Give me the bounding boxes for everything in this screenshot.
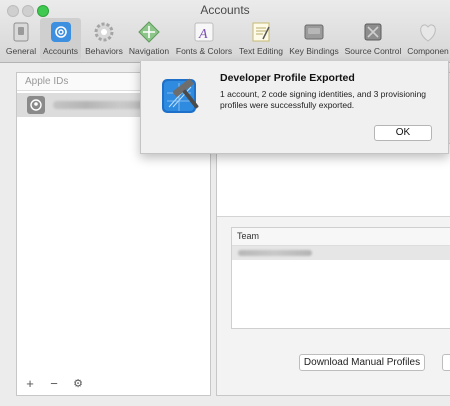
dialog-title: Developer Profile Exported bbox=[220, 72, 355, 84]
tab-key-bindings-label: Key Bindings bbox=[289, 46, 339, 56]
remove-account-button[interactable]: − bbox=[47, 376, 61, 391]
redacted-account-name bbox=[53, 101, 153, 109]
tab-text-editing[interactable]: Text Editing bbox=[236, 18, 286, 60]
tab-accounts[interactable]: Accounts bbox=[40, 18, 81, 60]
tab-accounts-label: Accounts bbox=[43, 46, 78, 56]
redacted-team-name bbox=[238, 250, 312, 256]
tab-general[interactable]: General bbox=[2, 18, 40, 60]
behaviors-gear-icon bbox=[92, 20, 116, 44]
tab-source-control-label: Source Control bbox=[344, 46, 402, 56]
tab-text-editing-label: Text Editing bbox=[239, 46, 283, 56]
fonts-colors-icon: A bbox=[192, 20, 216, 44]
tab-behaviors-label: Behaviors bbox=[85, 46, 123, 56]
account-info-area bbox=[217, 143, 450, 217]
source-control-icon bbox=[361, 20, 385, 44]
tab-general-label: General bbox=[5, 46, 37, 56]
accounts-list-footer: + − ⚙ bbox=[23, 376, 85, 391]
team-table: Team bbox=[231, 227, 450, 329]
svg-text:A: A bbox=[198, 27, 208, 42]
preferences-toolbar: General Accounts Behaviors Navigation A … bbox=[0, 18, 450, 60]
gear-icon[interactable]: ⚙ bbox=[71, 377, 85, 390]
download-manual-profiles-button[interactable]: Download Manual Profiles bbox=[299, 354, 425, 371]
tab-fonts-colors-label: Fonts & Colors bbox=[175, 46, 233, 56]
export-success-dialog: Developer Profile Exported 1 account, 2 … bbox=[140, 61, 449, 154]
table-row[interactable] bbox=[232, 246, 450, 260]
window-title: Accounts bbox=[200, 3, 250, 17]
ok-button[interactable]: OK bbox=[374, 125, 432, 141]
xcode-hammer-icon bbox=[157, 73, 203, 119]
tab-navigation-label: Navigation bbox=[128, 46, 170, 56]
navigation-arrows-icon bbox=[137, 20, 161, 44]
title-bar: Accounts General Accounts Behaviors Navi… bbox=[0, 0, 450, 63]
tab-fonts-colors[interactable]: A Fonts & Colors bbox=[174, 18, 234, 60]
tab-components[interactable]: Componen bbox=[406, 18, 450, 60]
accounts-at-icon bbox=[49, 20, 73, 44]
dialog-message: 1 account, 2 code signing identities, an… bbox=[220, 89, 427, 110]
tab-components-label: Componen bbox=[407, 46, 449, 56]
tab-source-control[interactable]: Source Control bbox=[342, 18, 404, 60]
key-bindings-icon bbox=[302, 20, 326, 44]
apple-id-avatar-icon bbox=[27, 96, 45, 114]
view-details-button[interactable] bbox=[442, 354, 450, 371]
components-icon bbox=[416, 20, 440, 44]
tab-navigation[interactable]: Navigation bbox=[126, 18, 172, 60]
text-editing-icon bbox=[249, 20, 273, 44]
tab-behaviors[interactable]: Behaviors bbox=[83, 18, 125, 60]
add-account-button[interactable]: + bbox=[23, 376, 37, 391]
general-icon bbox=[9, 20, 33, 44]
tab-key-bindings[interactable]: Key Bindings bbox=[288, 18, 340, 60]
team-column-header: Team bbox=[232, 228, 450, 246]
